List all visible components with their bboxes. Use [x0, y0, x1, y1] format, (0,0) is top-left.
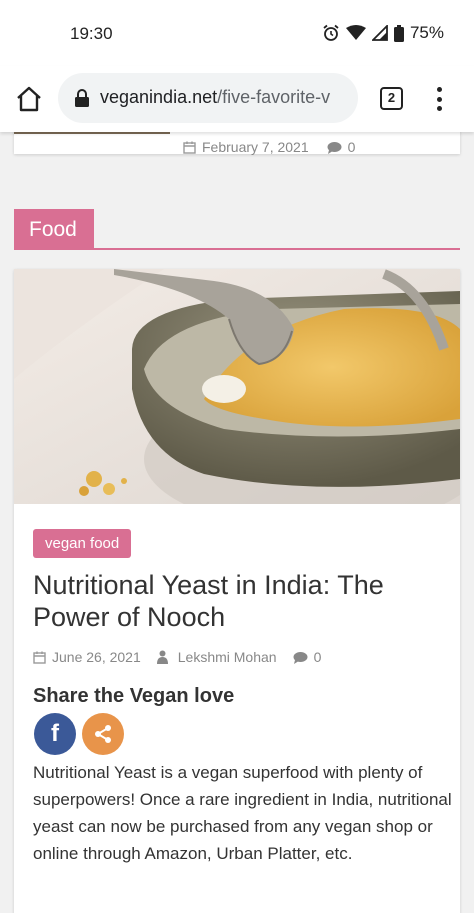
previous-post-thumbnail[interactable] — [14, 132, 170, 134]
previous-post-date[interactable]: February 7, 2021 — [202, 139, 309, 155]
facebook-share-button[interactable]: f — [34, 713, 76, 755]
url-path: /five-favorite-v — [217, 87, 331, 107]
user-icon — [156, 650, 168, 664]
post-excerpt: Nutritional Yeast is a vegan superfood w… — [33, 763, 452, 863]
post-meta: June 26, 2021 Lekshmi Mohan 0 — [33, 649, 337, 665]
calendar-icon — [33, 651, 46, 664]
previous-post-meta: February 7, 2021 0 — [183, 139, 355, 155]
url-text[interactable]: veganindia.net/five-favorite-v — [100, 87, 330, 108]
status-icons: 75% — [322, 23, 444, 43]
status-bar: 19:30 75% — [0, 0, 474, 66]
lock-icon[interactable] — [75, 89, 89, 107]
facebook-icon: f — [51, 720, 59, 747]
battery-level: 75% — [409, 23, 444, 42]
section-label[interactable]: Food — [14, 209, 94, 250]
comment-icon — [327, 141, 342, 154]
previous-post-comments[interactable]: 0 — [348, 139, 356, 155]
share-button[interactable] — [82, 713, 124, 755]
page-content: February 7, 2021 0 Food vegan food Nutri… — [0, 132, 474, 913]
menu-icon[interactable] — [432, 84, 446, 114]
post-title[interactable]: Nutritional Yeast in India: The Power of… — [33, 569, 443, 633]
address-bar[interactable]: veganindia.net/five-favorite-v — [58, 73, 358, 123]
browser-toolbar: veganindia.net/five-favorite-v 2 — [0, 66, 474, 132]
post-comments[interactable]: 0 — [314, 649, 322, 665]
featured-image[interactable] — [14, 269, 460, 504]
wifi-icon — [345, 25, 366, 40]
alarm-icon — [323, 24, 339, 41]
signal-icon — [371, 25, 388, 41]
home-icon[interactable] — [14, 84, 44, 114]
battery-icon — [393, 24, 404, 42]
status-time: 19:30 — [70, 24, 113, 43]
comment-icon — [293, 651, 308, 664]
calendar-icon — [183, 141, 196, 154]
post-author[interactable]: Lekshmi Mohan — [178, 649, 277, 665]
tabs-icon[interactable]: 2 — [380, 87, 403, 110]
article-card: vegan food Nutritional Yeast in India: T… — [14, 269, 460, 913]
category-tag[interactable]: vegan food — [33, 529, 132, 558]
previous-post-card[interactable]: February 7, 2021 0 — [14, 132, 460, 155]
section-divider — [14, 248, 460, 250]
post-date[interactable]: June 26, 2021 — [52, 649, 141, 665]
share-icon — [95, 725, 111, 743]
url-domain: veganindia.net — [100, 87, 218, 107]
share-heading: Share the Vegan love — [33, 685, 235, 707]
